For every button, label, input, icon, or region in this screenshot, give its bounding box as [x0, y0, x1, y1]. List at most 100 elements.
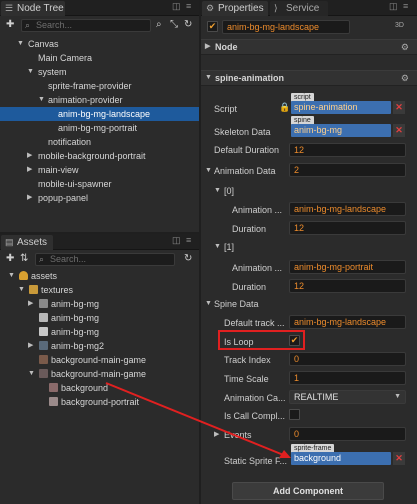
tab-assets[interactable]: ▤ Assets [1, 235, 53, 250]
find-icon[interactable]: ⌕ [156, 19, 162, 30]
tree-item-anim-bg-mg-landscape[interactable]: anim-bg-mg-landscape [0, 107, 199, 121]
tree-item-label: sprite-frame-provider [48, 81, 132, 91]
sort-icon[interactable]: ⇅ [20, 253, 28, 264]
refresh-icon[interactable]: ↻ [184, 19, 192, 30]
tab-properties-label: Properties [218, 3, 264, 14]
maximize-icon[interactable]: ◫ [389, 1, 398, 12]
caret-down-icon: ▼ [17, 40, 24, 47]
search-icon: ⌕ [39, 254, 45, 264]
node-active-checkbox[interactable]: ✔ [207, 21, 218, 32]
node-tree-search-input[interactable]: ⌕ Search... [21, 19, 151, 32]
component-section-header[interactable]: ▼ spine-animation ⚙ [201, 70, 417, 86]
asset-item-label: anim-bg-mg2 [51, 341, 105, 351]
item-0-animation-input[interactable]: anim-bg-mg-landscape [289, 202, 406, 216]
image-icon [39, 341, 48, 350]
gear-icon[interactable]: ⚙ [401, 40, 409, 54]
tree-item-notification[interactable]: notification [0, 135, 199, 149]
asset-item-background-main-game[interactable]: ▼ background-main-game [0, 367, 199, 381]
item-0-duration-input[interactable]: 12 [289, 221, 406, 235]
maximize-icon[interactable]: ◫ [172, 235, 181, 246]
3d-badge[interactable]: 3D [395, 22, 404, 29]
item-1-duration-input[interactable]: 12 [289, 279, 406, 293]
caret-down-icon[interactable]: ▼ [205, 167, 212, 174]
node-section-header[interactable]: ▶ Node ⚙ [201, 39, 417, 55]
asset-item-background[interactable]: background [0, 381, 199, 395]
caret-down-icon[interactable]: ▼ [205, 300, 212, 307]
tree-item-popup-panel[interactable]: ▶ popup-panel [0, 191, 199, 205]
default-duration-input[interactable]: 12 [289, 143, 406, 157]
asset-item-anim-bg-mg[interactable]: anim-bg-mg [0, 311, 199, 325]
tree-item-mobile-background-portrait[interactable]: ▶ mobile-background-portrait [0, 149, 199, 163]
tab-assets-label: Assets [17, 237, 48, 248]
maximize-icon[interactable]: ◫ [172, 1, 181, 12]
gear-icon[interactable]: ⚙ [401, 71, 409, 85]
asset-item-anim-bg-mg[interactable]: ▶ anim-bg-mg [0, 297, 199, 311]
time-scale-input[interactable]: 1 [289, 371, 406, 385]
events-count-input[interactable]: 0 [289, 427, 406, 441]
asset-item-label: background-portrait [61, 397, 140, 407]
is-call-checkbox[interactable] [289, 409, 300, 420]
tab-node-tree-label: Node Tree [17, 3, 64, 14]
tree-item-canvas[interactable]: ▼ Canvas [0, 37, 199, 51]
item-0-duration-label: Duration [232, 224, 267, 234]
skeleton-data-field[interactable]: anim-bg-mg [291, 124, 391, 137]
tree-item-system[interactable]: ▼ system [0, 65, 199, 79]
collapse-icon[interactable]: ⤡ [170, 19, 178, 30]
caret-down-icon[interactable]: ▼ [214, 243, 221, 250]
sprite-frame-icon [49, 397, 58, 406]
node-name-field[interactable]: anim-bg-mg-landscape [222, 20, 350, 34]
caret-right-icon: ▶ [205, 43, 211, 50]
skeleton-clear-button[interactable]: ✕ [393, 124, 405, 137]
item-1-animation-input[interactable]: anim-bg-mg-portrait [289, 260, 406, 274]
asset-item-anim-bg-mg2[interactable]: ▶ anim-bg-mg2 [0, 339, 199, 353]
tree-item-label: popup-panel [38, 193, 89, 203]
static-sprite-field[interactable]: background [291, 452, 391, 465]
add-asset-icon[interactable]: ✚ [6, 253, 14, 264]
tree-item-sprite-frame-provider[interactable]: sprite-frame-provider [0, 79, 199, 93]
node-tree-toolbar: ✚ ⌕ Search... ⌕ ⤡ ↻ [0, 16, 199, 34]
static-sprite-clear-button[interactable]: ✕ [393, 452, 405, 465]
asset-item-assets[interactable]: ▼ assets [0, 269, 199, 283]
node-header: ✔ anim-bg-mg-landscape 3D [201, 16, 417, 38]
tree-item-animation-provider[interactable]: ▼ animation-provider [0, 93, 199, 107]
default-track-input[interactable]: anim-bg-mg-landscape [289, 315, 406, 329]
caret-right-icon: ▶ [27, 194, 33, 201]
item-1-animation-label: Animation ... [232, 263, 283, 273]
menu-icon[interactable]: ≡ [186, 235, 191, 245]
menu-icon[interactable]: ≡ [403, 1, 408, 11]
tree-item-mobile-ui-spawner[interactable]: mobile-ui-spawner [0, 177, 199, 191]
script-label: Script [214, 104, 238, 114]
tree-item-label: Main Camera [38, 53, 93, 63]
caret-down-icon: ▼ [38, 96, 45, 103]
file-icon [39, 327, 48, 336]
caret-down-icon: ▼ [205, 74, 212, 81]
item-1-duration-label: Duration [232, 282, 267, 292]
track-index-input[interactable]: 0 [289, 352, 406, 366]
script-clear-button[interactable]: ✕ [393, 101, 405, 114]
assets-search-input[interactable]: ⌕ Search... [35, 253, 175, 266]
add-node-icon[interactable]: ✚ [6, 19, 14, 30]
tab-node-tree[interactable]: ☰ Node Tree [1, 1, 65, 16]
asset-item-textures[interactable]: ▼ textures [0, 283, 199, 297]
tree-item-main-camera[interactable]: Main Camera [0, 51, 199, 65]
tree-item-anim-bg-mg-portrait[interactable]: anim-bg-mg-portrait [0, 121, 199, 135]
caret-right-icon[interactable]: ▶ [214, 430, 219, 438]
skeleton-data-label: Skeleton Data [214, 127, 271, 137]
asset-item-background-portrait[interactable]: background-portrait [0, 395, 199, 409]
caret-down-icon[interactable]: ▼ [214, 187, 221, 194]
add-component-button[interactable]: Add Component [232, 482, 384, 500]
tab-service[interactable]: ⟩ Service [270, 1, 328, 16]
tab-properties[interactable]: ⚙ Properties [202, 1, 268, 16]
asset-item-background-main-game[interactable]: background-main-game [0, 353, 199, 367]
animation-ca-select[interactable]: REALTIME ▼ [289, 390, 406, 404]
menu-icon[interactable]: ≡ [186, 1, 191, 11]
asset-item-anim-bg-mg[interactable]: anim-bg-mg [0, 325, 199, 339]
tree-item-main-view[interactable]: ▶ main-view [0, 163, 199, 177]
tree-item-label: mobile-background-portrait [38, 151, 146, 161]
script-field[interactable]: spine-animation [291, 101, 391, 114]
tree-item-label: notification [48, 137, 92, 147]
animation-data-count-input[interactable]: 2 [289, 163, 406, 177]
is-call-label: Is Call Compl... [224, 411, 286, 421]
refresh-icon[interactable]: ↻ [184, 253, 192, 264]
folder-icon [29, 285, 38, 294]
